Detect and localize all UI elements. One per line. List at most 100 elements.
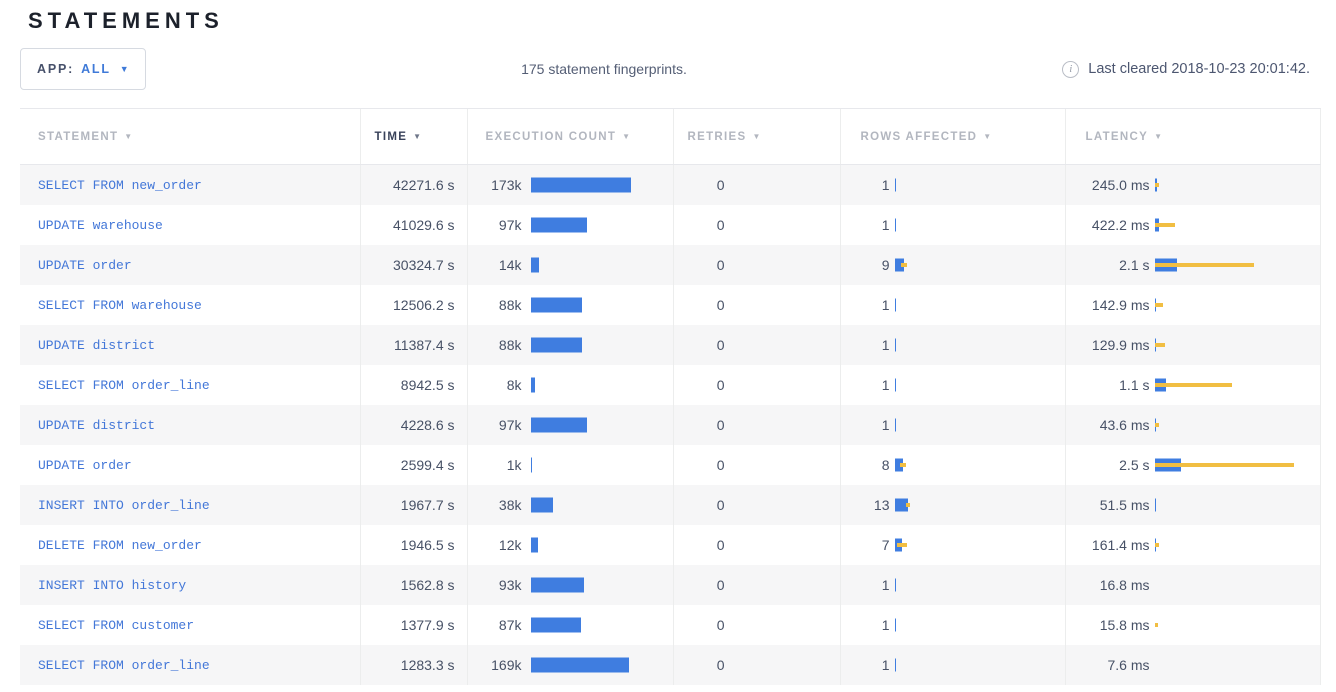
table-row: UPDATE order30324.7 s14k092.1 s <box>20 245 1320 285</box>
column-header-rows-affected[interactable]: ROWS AFFECTED <box>840 109 1065 165</box>
column-header-retries[interactable]: RETRIES <box>673 109 840 165</box>
retries-value: 0 <box>675 497 725 513</box>
stddev-bar <box>1155 383 1233 387</box>
statement-cell: UPDATE order <box>20 245 360 285</box>
latency-value: 142.9 ms <box>1067 297 1150 313</box>
statement-link[interactable]: UPDATE order <box>38 258 132 273</box>
execution-count-value: 12k <box>469 537 522 553</box>
statement-link[interactable]: UPDATE warehouse <box>38 218 163 233</box>
statement-link[interactable]: UPDATE order <box>38 458 132 473</box>
time-cell: 1283.3 s <box>360 645 467 685</box>
latency-bar <box>1155 536 1319 554</box>
mean-bar <box>895 578 897 591</box>
mean-bar <box>531 177 631 192</box>
execution-count-value: 8k <box>469 377 522 393</box>
retries-cell: 0 <box>673 285 840 325</box>
table-row: SELECT FROM new_order42271.6 s173k01245.… <box>20 165 1320 205</box>
statement-link[interactable]: SELECT FROM order_line <box>38 378 210 393</box>
statement-link[interactable]: UPDATE district <box>38 338 155 353</box>
rows-affected-bar <box>895 296 1064 314</box>
statement-cell: SELECT FROM order_line <box>20 365 360 405</box>
latency-bar <box>1155 176 1319 194</box>
last-cleared: i Last cleared 2018-10-23 20:01:42. <box>1062 61 1316 78</box>
mean-bar <box>895 378 897 391</box>
retries-value: 0 <box>675 297 725 313</box>
stddev-bar <box>1155 303 1163 307</box>
retries-cell: 0 <box>673 645 840 685</box>
statement-link[interactable]: INSERT INTO order_line <box>38 498 210 513</box>
latency-cell: 16.8 ms <box>1065 565 1320 605</box>
time-cell: 42271.6 s <box>360 165 467 205</box>
rows-affected-bar <box>895 376 1064 394</box>
latency-bar <box>1155 216 1319 234</box>
column-header-statement[interactable]: STATEMENT <box>20 109 360 165</box>
statements-page: STATEMENTS APP: ALL ▼ 175 statement fing… <box>0 0 1336 685</box>
controls-bar: APP: ALL ▼ 175 statement fingerprints. i… <box>20 48 1316 90</box>
rows-affected-cell: 8 <box>840 445 1065 485</box>
execution-count-cell: 97k <box>467 205 673 245</box>
statement-link[interactable]: UPDATE district <box>38 418 155 433</box>
statement-cell: UPDATE district <box>20 325 360 365</box>
column-header-time[interactable]: TIME <box>360 109 467 165</box>
statement-link[interactable]: SELECT FROM order_line <box>38 658 210 673</box>
rows-affected-cell: 13 <box>840 485 1065 525</box>
rows-affected-value: 1 <box>842 377 890 393</box>
mean-bar <box>531 337 582 352</box>
statement-link[interactable]: SELECT FROM new_order <box>38 178 202 193</box>
execution-count-value: 1k <box>469 457 522 473</box>
rows-affected-value: 1 <box>842 337 890 353</box>
rows-affected-value: 7 <box>842 537 890 553</box>
latency-cell: 1.1 s <box>1065 365 1320 405</box>
time-cell: 1377.9 s <box>360 605 467 645</box>
retries-value: 0 <box>675 377 725 393</box>
app-filter-dropdown[interactable]: APP: ALL ▼ <box>20 48 146 90</box>
latency-value: 245.0 ms <box>1067 177 1150 193</box>
table-row: SELECT FROM order_line8942.5 s8k011.1 s <box>20 365 1320 405</box>
time-cell: 1946.5 s <box>360 525 467 565</box>
statement-link[interactable]: SELECT FROM warehouse <box>38 298 202 313</box>
execution-count-bar <box>531 576 672 594</box>
statement-link[interactable]: INSERT INTO history <box>38 578 186 593</box>
execution-count-bar <box>531 216 672 234</box>
rows-affected-value: 1 <box>842 657 890 673</box>
stddev-bar <box>1155 463 1295 467</box>
execution-count-value: 14k <box>469 257 522 273</box>
retries-value: 0 <box>675 217 725 233</box>
time-cell: 2599.4 s <box>360 445 467 485</box>
time-cell: 41029.6 s <box>360 205 467 245</box>
execution-count-value: 88k <box>469 337 522 353</box>
retries-value: 0 <box>675 537 725 553</box>
statement-cell: UPDATE district <box>20 405 360 445</box>
rows-affected-value: 1 <box>842 617 890 633</box>
execution-count-value: 97k <box>469 217 522 233</box>
retries-cell: 0 <box>673 325 840 365</box>
statement-link[interactable]: SELECT FROM customer <box>38 618 194 633</box>
column-header-execution-count[interactable]: EXECUTION COUNT <box>467 109 673 165</box>
column-header-latency[interactable]: LATENCY <box>1065 109 1320 165</box>
statement-link[interactable]: DELETE FROM new_order <box>38 538 202 553</box>
stddev-bar <box>1155 623 1158 627</box>
execution-count-bar <box>531 176 672 194</box>
execution-count-value: 88k <box>469 297 522 313</box>
latency-cell: 142.9 ms <box>1065 285 1320 325</box>
execution-count-value: 173k <box>469 177 522 193</box>
chevron-down-icon: ▼ <box>120 64 129 74</box>
rows-affected-bar <box>895 336 1064 354</box>
retries-cell: 0 <box>673 485 840 525</box>
execution-count-bar <box>531 656 672 674</box>
latency-value: 1.1 s <box>1067 377 1150 393</box>
execution-count-cell: 87k <box>467 605 673 645</box>
info-icon[interactable]: i <box>1062 61 1079 78</box>
sort-arrow-icon <box>746 131 761 143</box>
time-cell: 1967.7 s <box>360 485 467 525</box>
execution-count-cell: 14k <box>467 245 673 285</box>
table-row: UPDATE district4228.6 s97k0143.6 ms <box>20 405 1320 445</box>
latency-cell: 51.5 ms <box>1065 485 1320 525</box>
mean-bar <box>895 178 897 191</box>
execution-count-value: 38k <box>469 497 522 513</box>
rows-affected-bar <box>895 256 1064 274</box>
page-title: STATEMENTS <box>28 8 1336 34</box>
statement-cell: SELECT FROM new_order <box>20 165 360 205</box>
stddev-bar <box>1155 423 1159 427</box>
latency-value: 129.9 ms <box>1067 337 1150 353</box>
